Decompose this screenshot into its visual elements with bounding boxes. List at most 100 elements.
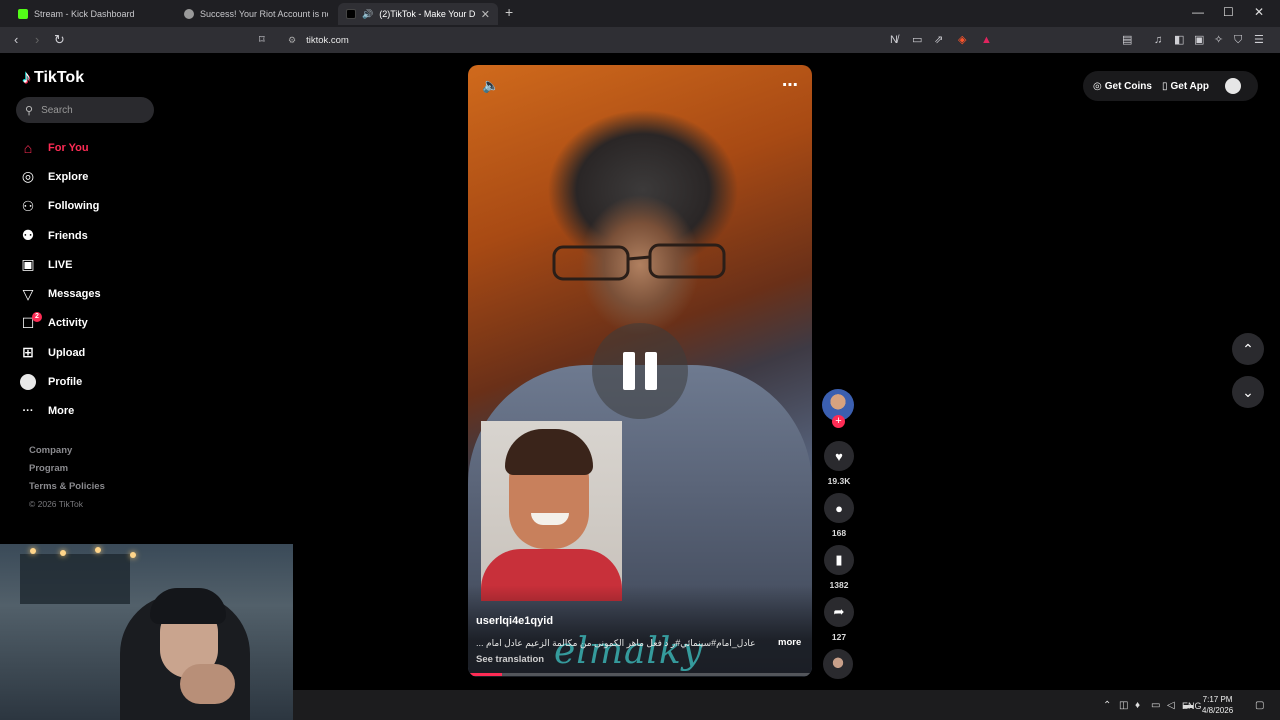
globe-favicon-icon xyxy=(184,9,194,19)
menu-icon[interactable]: ☰ xyxy=(1254,32,1264,48)
sidebar-item-explore[interactable]: ◎ Explore xyxy=(20,162,170,191)
wallet-icon[interactable]: ▣ xyxy=(1194,32,1204,48)
volume-icon[interactable]: 🔈 xyxy=(482,77,499,94)
reload-icon[interactable]: ↻ xyxy=(54,32,65,48)
sidebar-item-label: Upload xyxy=(48,346,86,359)
video-username[interactable]: userlqi4e1qyid xyxy=(476,615,553,627)
comment-action[interactable]: ● 168 xyxy=(823,493,855,538)
sidebar-toggle-icon[interactable]: ◧ xyxy=(1174,32,1184,48)
search-icon: ⚲ xyxy=(25,104,34,117)
person-plus-icon: ⚇ xyxy=(21,197,35,214)
browser-toolbar: ‹ › ↻ ⌑ ⚙ tiktok.com N̸ ▭ ⇗ ◈ ▲ ▤ ♫ ◧ ▣ … xyxy=(0,27,1280,53)
sidebar-item-following[interactable]: ⚇ Following xyxy=(20,192,170,221)
music-disc-avatar[interactable] xyxy=(823,649,853,679)
friends-icon: ⚉ xyxy=(21,227,35,244)
sidebar-item-for-you[interactable]: ⌂ For You xyxy=(20,133,170,162)
kick-favicon-icon xyxy=(18,9,28,19)
top-right-actions: ◎ Get Coins ▯ Get App xyxy=(1083,71,1258,101)
sidebar-item-friends[interactable]: ⚉ Friends xyxy=(20,221,170,250)
sidebar-item-label: LIVE xyxy=(48,258,73,271)
vpn-shield-icon[interactable]: ⛉ xyxy=(1234,32,1242,48)
get-coins-button[interactable]: ◎ Get Coins xyxy=(1093,81,1152,92)
share-action[interactable]: ➦ 127 xyxy=(823,597,855,642)
tab-title: Stream - Kick Dashboard xyxy=(34,9,135,19)
brave-shields-icon[interactable]: ◈ xyxy=(958,32,966,48)
pause-button[interactable] xyxy=(592,323,688,419)
more-options-icon[interactable]: ⋯ xyxy=(782,75,798,95)
tab-tiktok[interactable]: 🔊 (2)TikTok - Make Your Day ✕ xyxy=(338,3,498,25)
forward-arrow-icon[interactable]: › xyxy=(35,32,39,48)
sidebar-item-upload[interactable]: ⊞ Upload xyxy=(20,338,170,367)
volume-tray-icon[interactable]: ◁ xyxy=(1167,700,1175,711)
follow-button[interactable]: + xyxy=(832,415,845,428)
site-info-icon[interactable]: ⚙ xyxy=(288,35,296,46)
home-icon: ⌂ xyxy=(23,139,33,156)
sidebar-item-messages[interactable]: ▽ Messages xyxy=(20,279,170,308)
previous-video-button[interactable]: ⌃ xyxy=(1232,333,1264,365)
sidebar-item-live[interactable]: ▣ LIVE xyxy=(20,250,170,279)
heart-icon[interactable]: ♥ xyxy=(824,441,854,471)
sidebar-item-more[interactable]: ··· More xyxy=(20,397,170,426)
sidebar-item-label: For You xyxy=(48,141,89,154)
next-video-button[interactable]: ⌄ xyxy=(1232,376,1264,408)
tray-expand-icon[interactable]: ⌃ xyxy=(1103,700,1111,711)
new-tab-button[interactable]: + xyxy=(505,4,513,20)
browser-tab-bar: Stream - Kick Dashboard Success! Your Ri… xyxy=(0,0,1280,27)
maximize-button[interactable]: ☐ xyxy=(1223,5,1234,19)
translate-icon[interactable]: N̸ xyxy=(890,32,898,48)
sidebar-item-label: Activity xyxy=(48,317,88,330)
network-icon[interactable]: ▭ xyxy=(1151,700,1160,711)
leo-ai-icon[interactable]: ✧ xyxy=(1214,32,1223,48)
share-icon[interactable]: ⇗ xyxy=(934,32,943,48)
tab-riot-account[interactable]: Success! Your Riot Account is now co xyxy=(176,3,336,25)
sidebar-footer: Company Program Terms & Policies © 2026 … xyxy=(29,445,105,517)
like-action[interactable]: ♥ 19.3K xyxy=(823,441,855,486)
see-translation-link[interactable]: See translation xyxy=(476,654,544,665)
like-count: 19.3K xyxy=(827,476,851,486)
sidebar-item-label: Friends xyxy=(48,229,88,242)
chevron-down-icon: ⌄ xyxy=(1242,383,1254,400)
share-arrow-icon[interactable]: ➦ xyxy=(824,597,854,627)
back-arrow-icon[interactable]: ‹ xyxy=(14,32,18,48)
video-player[interactable]: 🔈 ⋯ elmalky userlqi4e1qyid عادل_امام#سين… xyxy=(468,65,812,677)
search-box[interactable]: ⚲ xyxy=(16,97,154,123)
comment-icon[interactable]: ● xyxy=(824,493,854,523)
search-input[interactable] xyxy=(41,104,137,116)
user-avatar[interactable] xyxy=(1225,78,1241,94)
tab-kick-dashboard[interactable]: Stream - Kick Dashboard xyxy=(10,3,175,25)
footer-link-program[interactable]: Program xyxy=(29,463,105,481)
footer-link-company[interactable]: Company xyxy=(29,445,105,463)
footer-link-terms[interactable]: Terms & Policies xyxy=(29,481,105,499)
bookmark-icon[interactable]: ▮ xyxy=(824,545,854,575)
notifications-icon[interactable]: ▢ xyxy=(1255,700,1264,711)
caption-more-link[interactable]: more xyxy=(778,637,801,648)
video-progress-bar[interactable] xyxy=(468,673,812,676)
brave-rewards-icon[interactable]: ▲ xyxy=(981,32,992,48)
more-dots-icon: ··· xyxy=(22,405,34,418)
logo-text: TikTok xyxy=(34,68,85,86)
upload-plus-icon: ⊞ xyxy=(22,344,34,361)
chevron-up-icon: ⌃ xyxy=(1242,340,1254,357)
close-window-button[interactable]: ✕ xyxy=(1254,5,1264,19)
video-progress-fill xyxy=(468,673,503,676)
sidebar-item-activity[interactable]: ☐ 2 Activity xyxy=(20,309,170,338)
sidebar-item-profile[interactable]: Profile xyxy=(20,367,170,396)
cast-icon[interactable]: ▭ xyxy=(912,32,922,48)
tab-title: Success! Your Riot Account is now co xyxy=(200,9,328,19)
copyright-text: © 2026 TikTok xyxy=(29,499,83,509)
live-tv-icon: ▣ xyxy=(21,256,35,273)
tab-close-icon[interactable]: ✕ xyxy=(481,8,490,21)
bookmark-icon[interactable]: ⌑ xyxy=(259,32,265,48)
bookmark-action[interactable]: ▮ 1382 xyxy=(823,545,855,590)
microphone-icon[interactable]: ♦ xyxy=(1135,700,1140,711)
language-indicator[interactable]: ENG xyxy=(1182,701,1202,711)
minimize-button[interactable]: — xyxy=(1192,5,1204,19)
phone-icon: ▯ xyxy=(1161,80,1168,92)
music-icon[interactable]: ♫ xyxy=(1154,32,1162,48)
sidebar-panel-icon[interactable]: ▤ xyxy=(1122,32,1132,48)
taskbar-clock[interactable]: 7:17 PM 4/8/2026 xyxy=(1202,694,1233,716)
tiktok-logo[interactable]: ♪ TikTok xyxy=(22,67,84,88)
get-app-button[interactable]: ▯ Get App xyxy=(1162,81,1209,92)
speaker-icon[interactable]: 🔊 xyxy=(362,9,373,20)
tray-app-icon[interactable]: ◫ xyxy=(1119,700,1128,711)
